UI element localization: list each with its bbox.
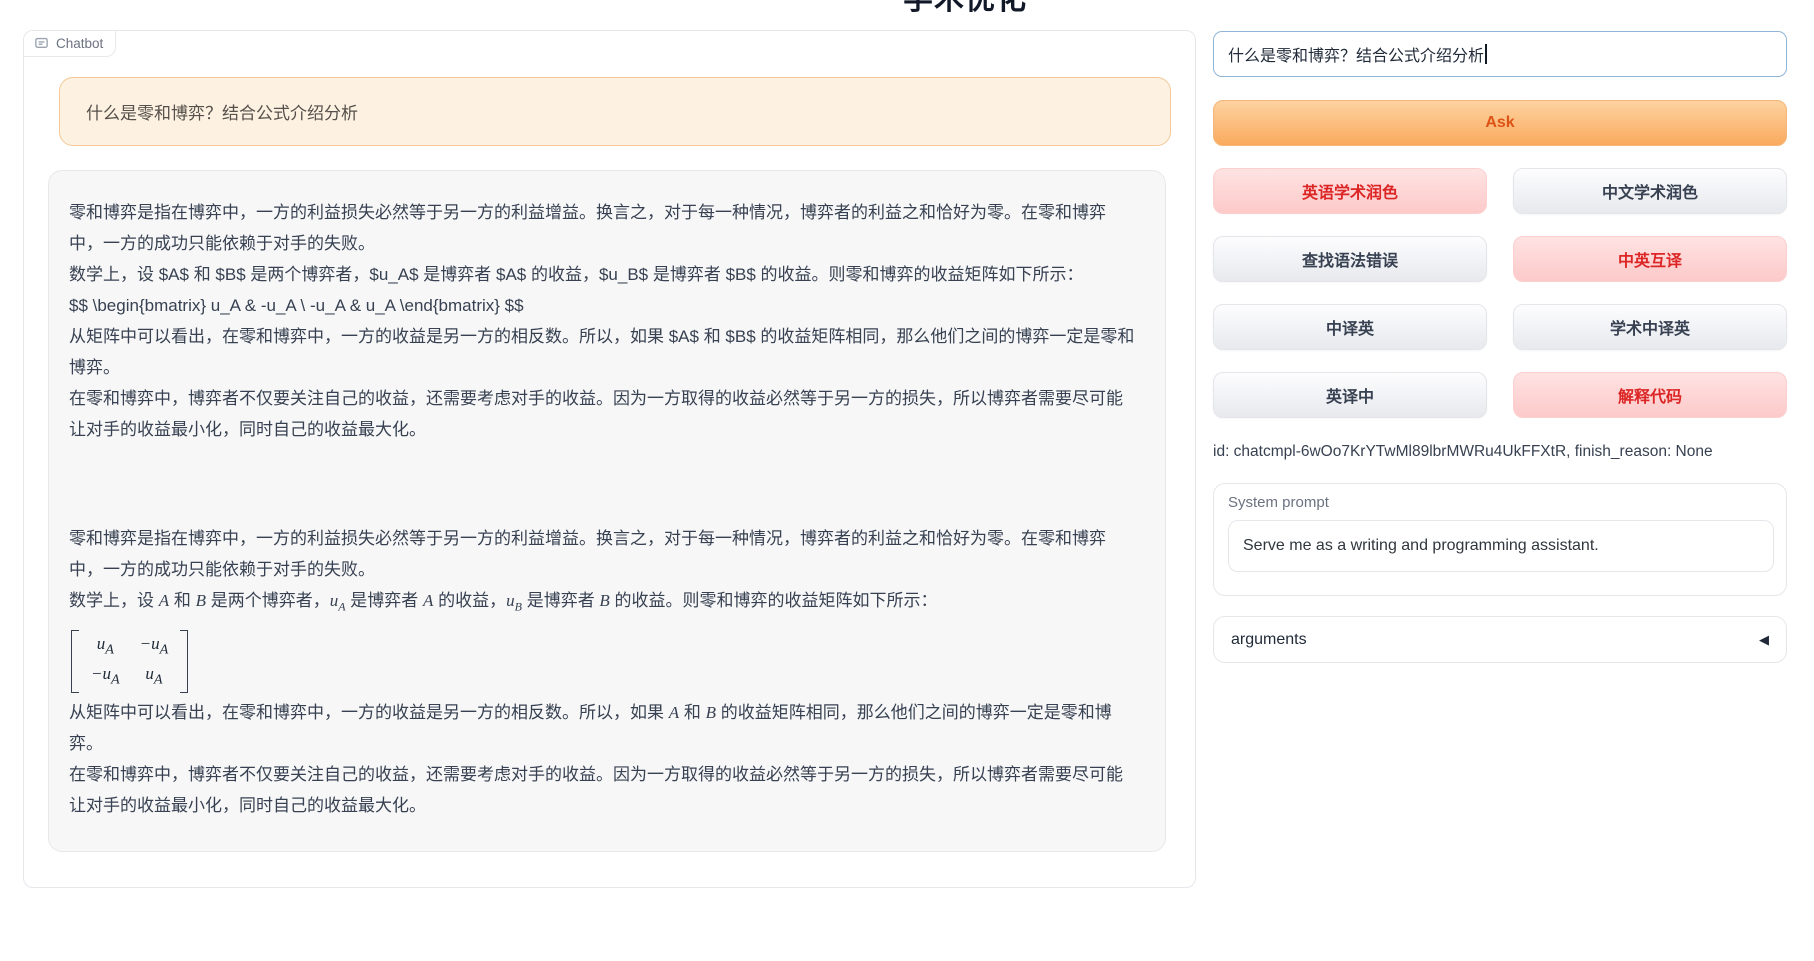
bot-raw-paragraph: 零和博弈是指在博弈中，一方的利益损失必然等于另一方的利益增益。换言之，对于每一种…	[69, 197, 1139, 259]
matrix-cell: −uA	[140, 632, 169, 661]
ask-button[interactable]: Ask	[1213, 100, 1787, 146]
chatbot-messages[interactable]: 什么是零和博弈？结合公式介绍分析 零和博弈是指在博弈中，一方的利益损失必然等于另…	[24, 57, 1195, 887]
matrix-right-bracket	[180, 630, 188, 693]
action-button-find-grammar-errors[interactable]: 查找语法错误	[1213, 236, 1487, 282]
action-button-explain-code[interactable]: 解释代码	[1513, 372, 1787, 418]
action-button-zh-en-mutual-translate[interactable]: 中英互译	[1513, 236, 1787, 282]
text-cursor	[1485, 44, 1487, 64]
arguments-accordion[interactable]: arguments ◀	[1213, 616, 1787, 663]
bot-raw-paragraph: 数学上，设 $A$ 和 $B$ 是两个博弈者，$u_A$ 是博弈者 $A$ 的收…	[69, 259, 1139, 290]
arguments-accordion-label: arguments	[1231, 631, 1307, 649]
bot-rendered-math-paragraph: 数学上，设 A 和 B 是两个博弈者，uA 是博弈者 A 的收益，uB 是博弈者…	[69, 585, 1139, 622]
bot-rendered-paragraph: 在零和博弈中，博弈者不仅要关注自己的收益，还需要考虑对手的收益。因为一方取得的收…	[69, 759, 1139, 821]
chatbot-label-text: Chatbot	[56, 36, 103, 51]
matrix-cell: −uA	[91, 662, 120, 691]
system-prompt-label: System prompt	[1228, 494, 1772, 511]
bot-rendered-paragraph: 零和博弈是指在博弈中，一方的利益损失必然等于另一方的利益增益。换言之，对于每一种…	[69, 523, 1139, 585]
bot-raw-latex-line: $$ \begin{bmatrix} u_A & -u_A \ -u_A & u…	[69, 290, 1139, 321]
bot-raw-paragraph: 在零和博弈中，博弈者不仅要关注自己的收益，还需要考虑对手的收益。因为一方取得的收…	[69, 383, 1139, 445]
bot-rendered-block: 零和博弈是指在博弈中，一方的利益损失必然等于另一方的利益增益。换言之，对于每一种…	[69, 523, 1139, 821]
action-button-english-polish[interactable]: 英语学术润色	[1213, 168, 1487, 214]
bot-raw-block: 零和博弈是指在博弈中，一方的利益损失必然等于另一方的利益增益。换言之，对于每一种…	[69, 197, 1139, 445]
matrix-cell: uA	[145, 662, 162, 691]
action-button-chinese-polish[interactable]: 中文学术润色	[1513, 168, 1787, 214]
bot-raw-paragraph: 从矩阵中可以看出，在零和博弈中，一方的收益是另一方的相反数。所以，如果 $A$ …	[69, 321, 1139, 383]
system-prompt-group: System prompt Serve me as a writing and …	[1213, 483, 1787, 596]
matrix-cell: uA	[97, 632, 114, 661]
user-message-text: 什么是零和博弈？结合公式介绍分析	[86, 104, 358, 123]
accordion-collapse-icon: ◀	[1759, 632, 1769, 648]
action-button-en-to-zh[interactable]: 英译中	[1213, 372, 1487, 418]
action-button-grid: 英语学术润色 中文学术润色 查找语法错误 中英互译 中译英 学术中译英 英译中 …	[1213, 168, 1787, 418]
bot-message-bubble: 零和博弈是指在博弈中，一方的利益损失必然等于另一方的利益增益。换言之，对于每一种…	[48, 170, 1166, 852]
bot-rendered-paragraph: 从矩阵中可以看出，在零和博弈中，一方的收益是另一方的相反数。所以，如果 A 和 …	[69, 697, 1139, 759]
response-status-line: id: chatcmpl-6wOo7KrYTwMl89lbrMWRu4UkFFX…	[1213, 443, 1787, 461]
question-input-value: 什么是零和博弈？结合公式介绍分析	[1228, 42, 1484, 66]
matrix-entries: uA −uA −uA uA	[79, 630, 180, 693]
chatbot-label: Chatbot	[24, 31, 116, 57]
control-column: 什么是零和博弈？结合公式介绍分析 Ask 英语学术润色 中文学术润色 查找语法错…	[1213, 31, 1787, 663]
clipped-page-title: 学术优化	[903, 0, 1027, 18]
action-button-zh-to-en[interactable]: 中译英	[1213, 304, 1487, 350]
payoff-matrix: uA −uA −uA uA	[71, 630, 1139, 693]
chat-bubble-icon	[34, 36, 49, 51]
system-prompt-value: Serve me as a writing and programming as…	[1243, 537, 1599, 555]
chatbot-panel: Chatbot 什么是零和博弈？结合公式介绍分析 零和博弈是指在博弈中，一方的利…	[23, 30, 1196, 888]
question-input[interactable]: 什么是零和博弈？结合公式介绍分析	[1213, 31, 1787, 77]
action-button-academic-zh-to-en[interactable]: 学术中译英	[1513, 304, 1787, 350]
user-message-bubble: 什么是零和博弈？结合公式介绍分析	[59, 77, 1171, 146]
matrix-left-bracket	[71, 630, 79, 693]
system-prompt-input[interactable]: Serve me as a writing and programming as…	[1228, 520, 1774, 572]
